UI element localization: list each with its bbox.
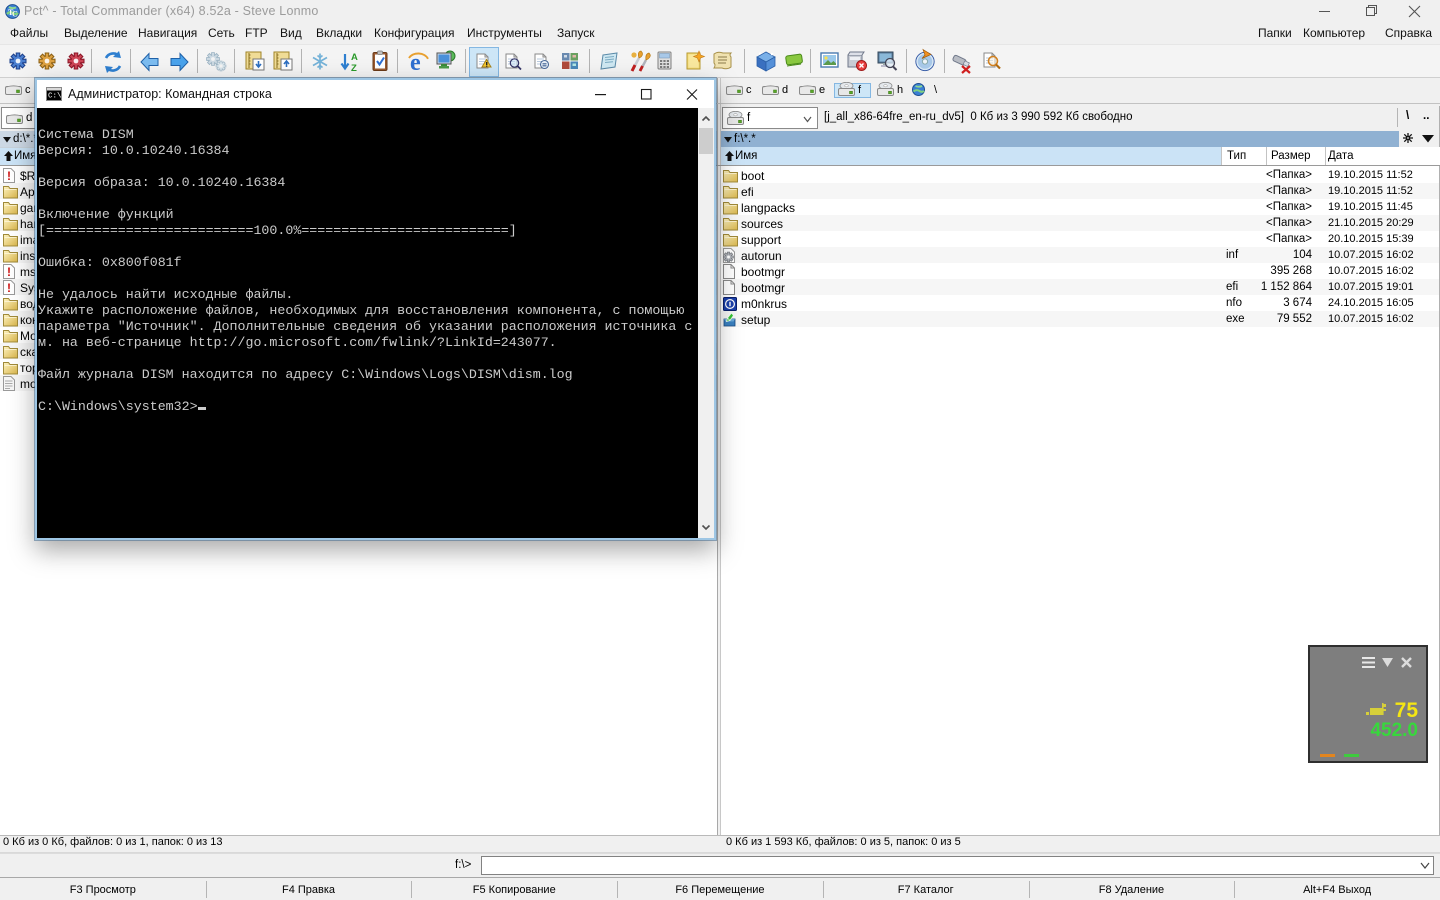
svg-text:C: C xyxy=(12,10,18,19)
svg-text:Z: Z xyxy=(351,63,357,74)
svg-text:A: A xyxy=(351,52,358,63)
svg-text:C:\: C:\ xyxy=(48,93,62,101)
